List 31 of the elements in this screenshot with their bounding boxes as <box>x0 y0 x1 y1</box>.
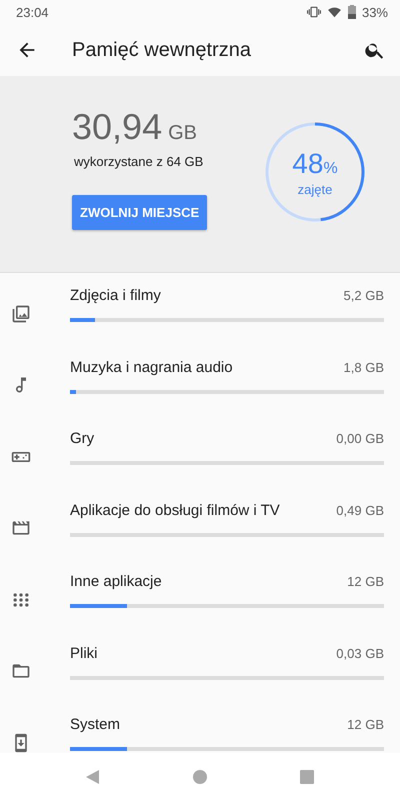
used-unit: GB <box>168 122 197 145</box>
free-up-space-button[interactable]: ZWOLNIJ MIEJSCE <box>72 195 208 230</box>
category-size: 0,00 GB <box>336 431 384 446</box>
category-label[interactable]: Pliki <box>70 644 98 662</box>
used-caption: wykorzystane z 64 GB <box>74 154 204 169</box>
category-size: 0,03 GB <box>336 646 384 661</box>
recents-nav-button[interactable] <box>298 768 315 784</box>
usage-caption: zajęte <box>298 182 332 196</box>
home-nav-button[interactable] <box>192 768 208 784</box>
screen-title: Pamięć wewnętrzna <box>72 38 252 62</box>
photo-gallery-icon <box>11 304 31 324</box>
category-label[interactable]: Zdjęcia i filmy <box>70 287 161 304</box>
back-nav-button[interactable] <box>85 768 102 784</box>
category-label[interactable]: System <box>70 716 120 734</box>
category-size: 0,49 GB <box>336 502 384 518</box>
category-size: 12 GB <box>347 574 384 590</box>
vibrate-icon <box>306 5 321 19</box>
wifi-icon <box>326 5 342 19</box>
usage-percent: 48 <box>292 148 324 180</box>
category-size: 5,2 GB <box>344 288 384 304</box>
battery-icon <box>348 5 356 19</box>
used-amount: 30,94 <box>72 106 162 148</box>
category-size: 1,8 GB <box>344 360 384 375</box>
battery-percent: 33% <box>362 4 388 20</box>
category-label[interactable]: Aplikacje do obsługi filmów i TV <box>70 502 280 519</box>
category-size: 12 GB <box>347 717 384 732</box>
category-label[interactable]: Gry <box>70 430 94 448</box>
status-time: 23:04 <box>16 4 49 20</box>
category-label[interactable]: Inne aplikacje <box>70 573 162 590</box>
percent-sign: % <box>323 160 338 178</box>
category-label[interactable]: Muzyka i nagrania audio <box>70 358 233 376</box>
